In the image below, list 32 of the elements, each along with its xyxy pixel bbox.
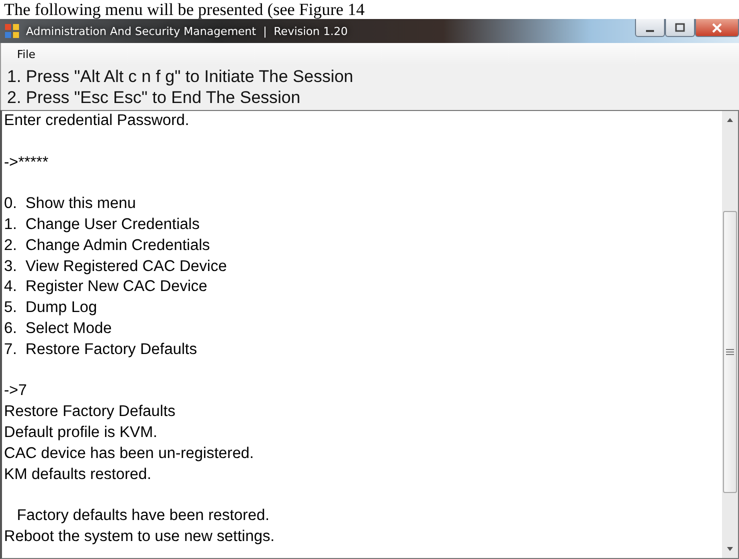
console-line: Reboot the system to use new settings. bbox=[4, 526, 276, 547]
console-line: 3. View Registered CAC Device bbox=[4, 256, 228, 277]
console-line: Default profile is KVM. bbox=[4, 422, 158, 443]
minimize-button[interactable] bbox=[635, 19, 665, 37]
console-line: 5. Dump Log bbox=[4, 298, 98, 318]
console-line: 2. Change Admin Credentials bbox=[4, 236, 211, 256]
console-line: 0. Show this menu bbox=[4, 194, 137, 214]
console-line: 7. Restore Factory Defaults bbox=[4, 340, 198, 360]
maximize-button[interactable] bbox=[665, 19, 695, 37]
console-line: CAC device has been un-registered. bbox=[4, 444, 255, 464]
console-line: ->***** bbox=[4, 152, 50, 173]
console-line: Enter credential Password. bbox=[4, 111, 190, 131]
console-line: 4. Register New CAC Device bbox=[4, 277, 208, 298]
close-icon bbox=[712, 22, 722, 32]
console-line: Factory defaults have been restored. bbox=[16, 506, 270, 526]
window-title: Administration And Security Management | Revision 1.20 bbox=[26, 24, 348, 38]
menu-item[interactable]: File bbox=[11, 48, 42, 60]
console-line: ->7 bbox=[4, 381, 28, 402]
app-icon bbox=[4, 23, 20, 39]
close-button[interactable] bbox=[695, 19, 739, 37]
document-text: The following menu will be presented (see Figure 14 bbox=[3, 0, 366, 19]
scrollbar[interactable] bbox=[722, 111, 738, 558]
maximize-icon bbox=[675, 23, 685, 32]
console-line: KM defaults restored. bbox=[4, 464, 152, 485]
scrollbar-thumb[interactable] bbox=[723, 211, 737, 493]
instruction-text: 2. Press "Esc Esc" to End The Session bbox=[7, 87, 302, 108]
console-line: 6. Select Mode bbox=[4, 318, 113, 339]
console-line: 1. Change User Credentials bbox=[4, 214, 201, 235]
grip-icon bbox=[726, 348, 734, 356]
console-line: Restore Factory Defaults bbox=[4, 402, 176, 422]
minimize-icon bbox=[646, 30, 654, 32]
instruction-text: 1. Press "Alt Alt c n f g" to Initiate The Session bbox=[7, 66, 354, 87]
